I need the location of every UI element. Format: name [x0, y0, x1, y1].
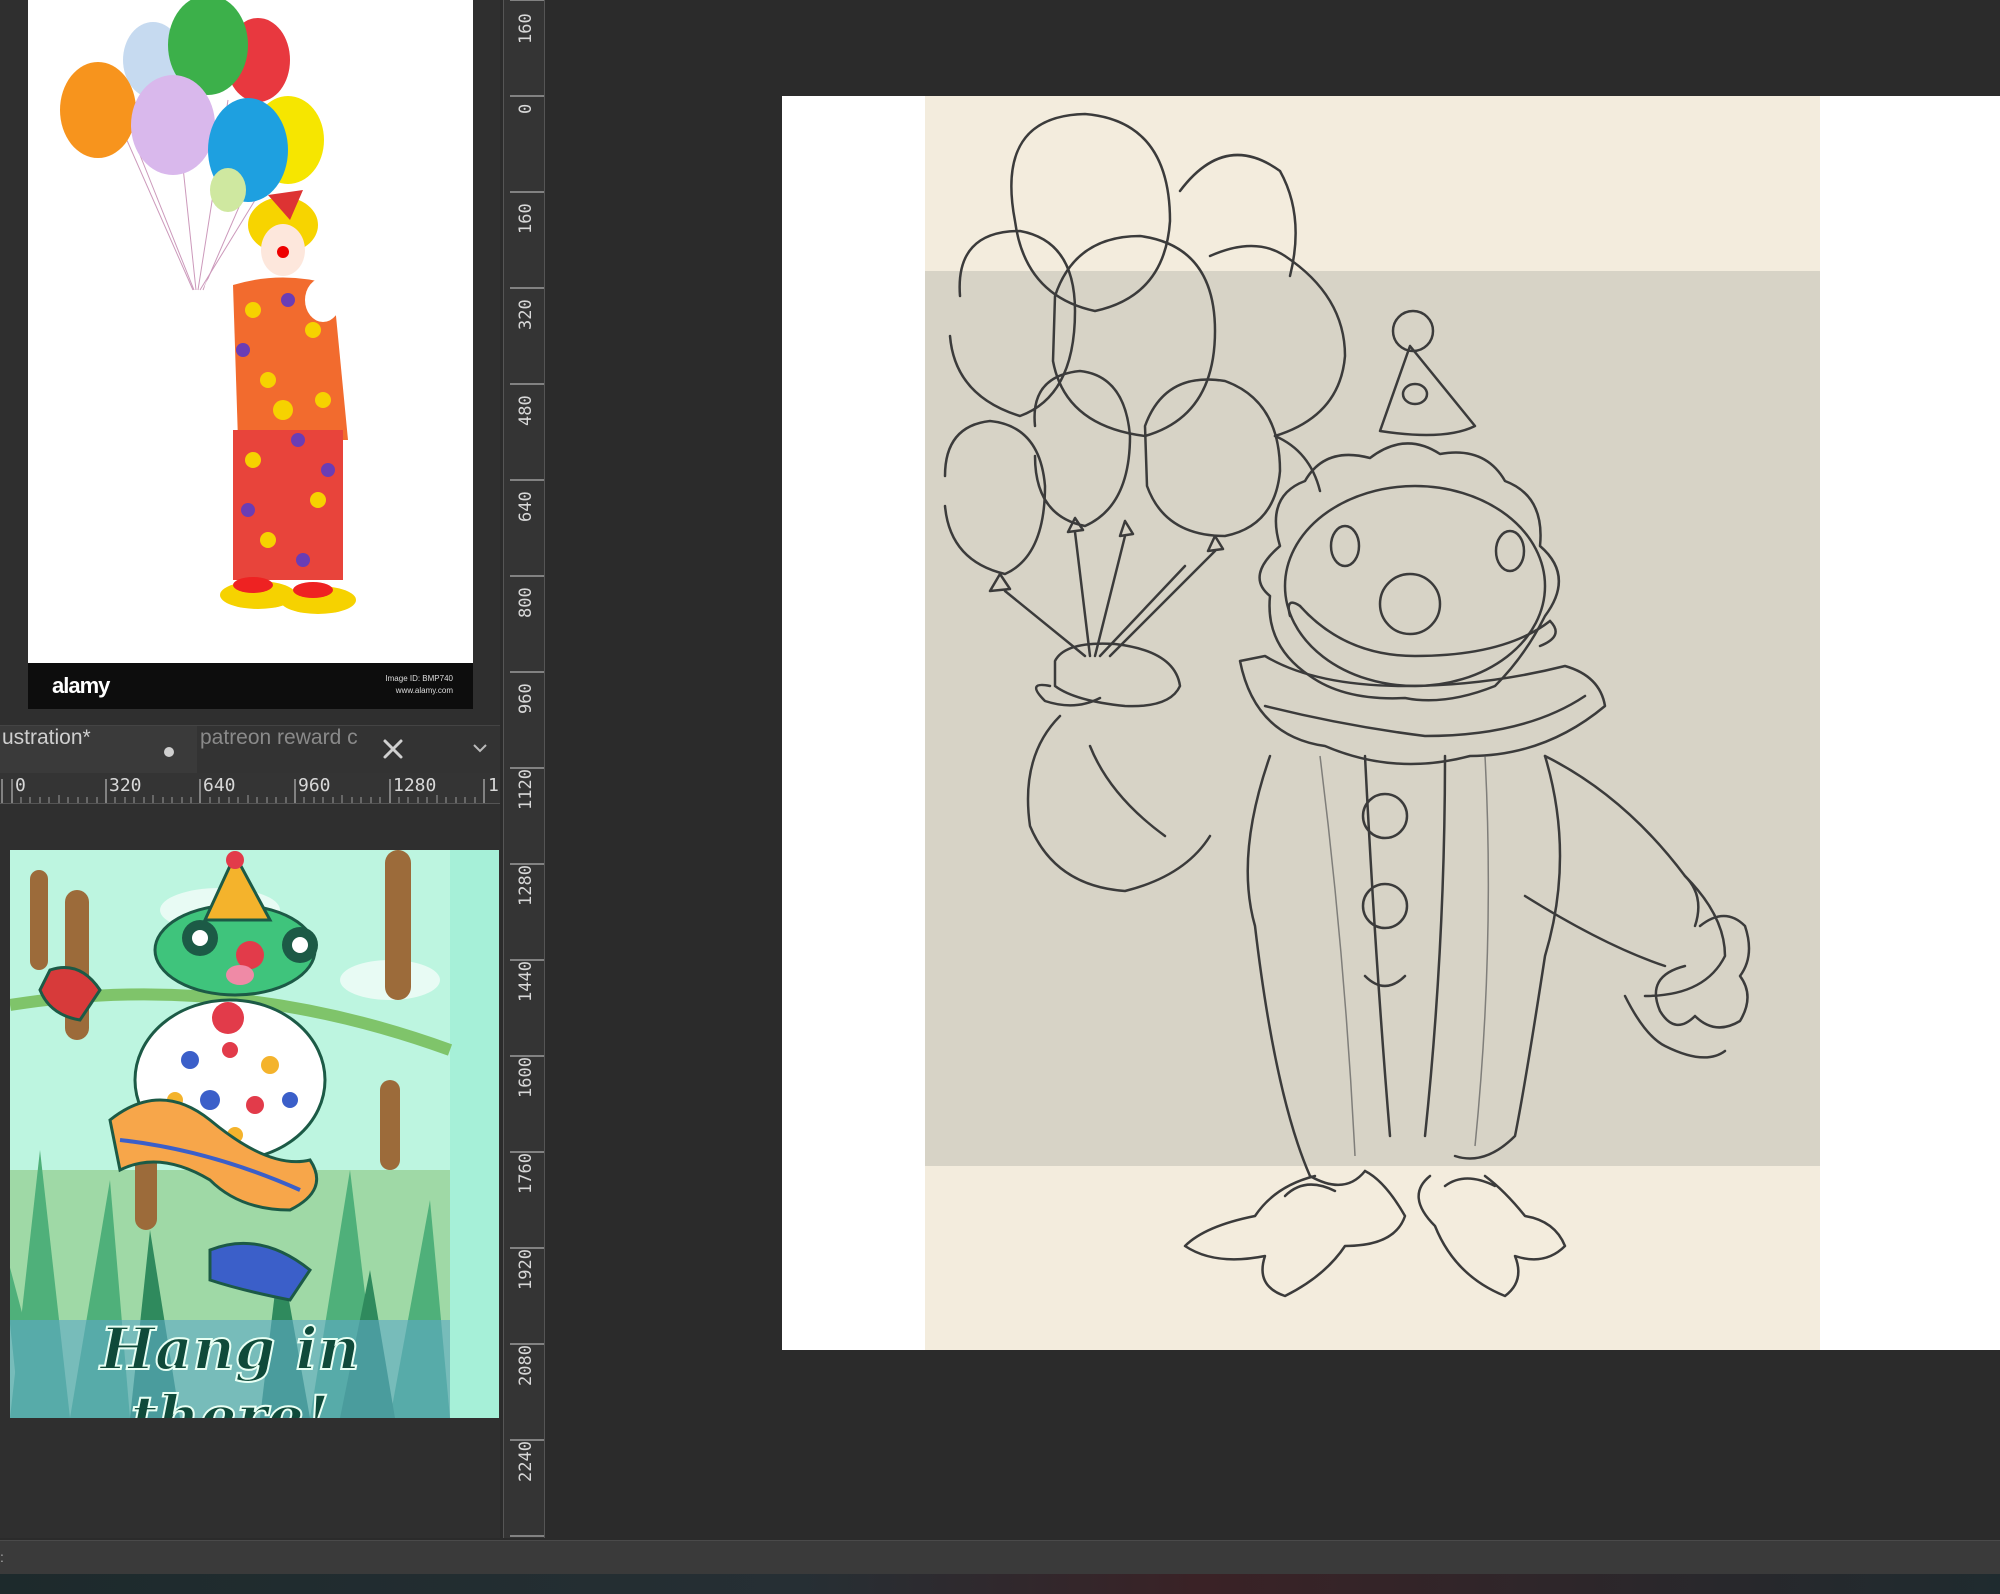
clown-frog-sketch	[925, 96, 1820, 1350]
close-icon[interactable]	[378, 734, 408, 764]
tab-label: ustration*	[2, 726, 91, 749]
status-text: :	[0, 1549, 4, 1565]
dot-icon	[164, 747, 174, 757]
ruler-label: 960	[516, 683, 536, 714]
ruler-label: 320	[516, 299, 536, 330]
tab-label: patreon reward c	[200, 726, 358, 749]
ruler-label: 0	[15, 775, 26, 796]
image-id-text: Image ID: BMP740	[385, 674, 453, 683]
ruler-label: 800	[516, 587, 536, 618]
status-bar: :	[0, 1540, 2000, 1575]
chevron-down-icon[interactable]	[470, 738, 490, 758]
ruler-label: 1120	[516, 769, 536, 810]
ruler-label: 2240	[516, 1441, 536, 1482]
document-tab-bar: ustration* patreon reward c	[0, 725, 500, 774]
clown-photo-illustration	[60, 0, 356, 614]
canvas-artwork[interactable]	[925, 96, 1820, 1350]
ruler-label: 1760	[516, 1153, 536, 1194]
ruler-label: 320	[109, 775, 142, 796]
ruler-label: 480	[516, 395, 536, 426]
ruler-label: 640	[516, 491, 536, 522]
ruler-label: 160	[516, 203, 536, 234]
frog-clown-artwork: Hang in there!	[10, 850, 499, 1418]
ruler-label: 1440	[516, 961, 536, 1002]
reference-photo-clown: alamy Image ID: BMP740 www.alamy.com	[28, 0, 473, 709]
ruler-label: 1280	[393, 775, 437, 796]
ruler-label: 1280	[516, 865, 536, 906]
ruler-label: 960	[298, 775, 331, 796]
site-text: www.alamy.com	[395, 686, 453, 695]
ruler-label: 160	[516, 13, 536, 44]
ruler-label: 1600	[516, 1057, 536, 1098]
alamy-logo: alamy	[52, 673, 110, 698]
ruler-label: 1920	[516, 1249, 536, 1290]
watermark-meta: Image ID: BMP740 www.alamy.com	[385, 673, 453, 697]
vertical-ruler[interactable]: 160 0 160 320 480 640 800 960 1120 1280 …	[503, 0, 545, 1538]
ruler-label: 2080	[516, 1345, 536, 1386]
reference-panel: alamy Image ID: BMP740 www.alamy.com ust…	[0, 0, 500, 1538]
ruler-label: 1	[488, 775, 499, 796]
watermark-footer: alamy Image ID: BMP740 www.alamy.com	[28, 663, 473, 709]
taskbar	[0, 1574, 2000, 1594]
caption-hang-in-there: Hang in there!	[99, 1314, 361, 1418]
horizontal-ruler[interactable]: 0 320 640 960 1280 1	[0, 773, 500, 804]
ruler-label: 640	[203, 775, 236, 796]
ruler-label: 0	[516, 103, 536, 114]
